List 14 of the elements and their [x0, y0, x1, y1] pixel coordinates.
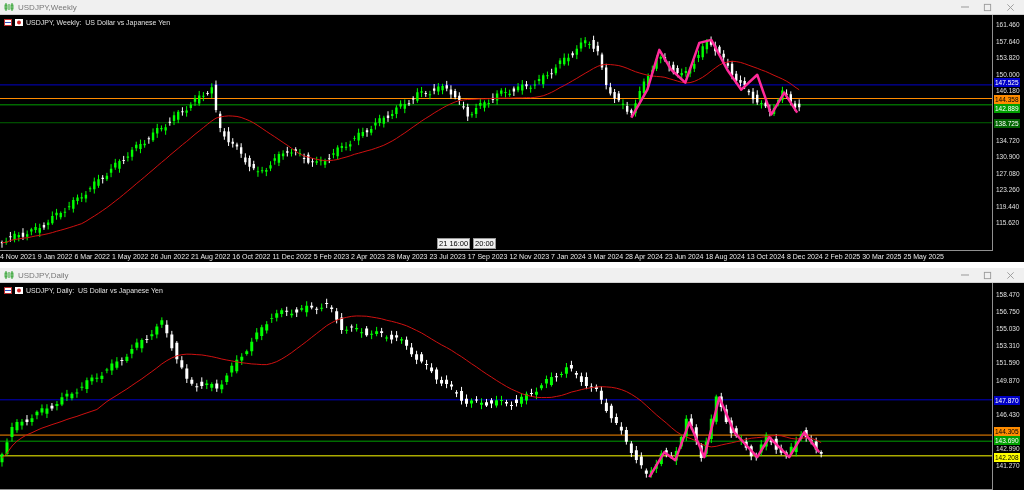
- chart-icon: [4, 2, 14, 12]
- close-icon: [1006, 2, 1015, 12]
- maximize-icon: [983, 2, 992, 12]
- flag-icon: [15, 19, 23, 26]
- maximize-icon: [983, 270, 992, 280]
- window-title: USDJPY,Weekly: [18, 2, 77, 12]
- flag-icon: [4, 19, 12, 26]
- flag-icon: [4, 287, 12, 294]
- minimize-icon: [961, 274, 969, 276]
- window-title: USDJPY,Daily: [18, 270, 69, 280]
- minimize-icon: [961, 6, 969, 8]
- chart-icon: [4, 270, 14, 280]
- close-icon: [1006, 270, 1015, 280]
- flag-icon: [15, 287, 23, 294]
